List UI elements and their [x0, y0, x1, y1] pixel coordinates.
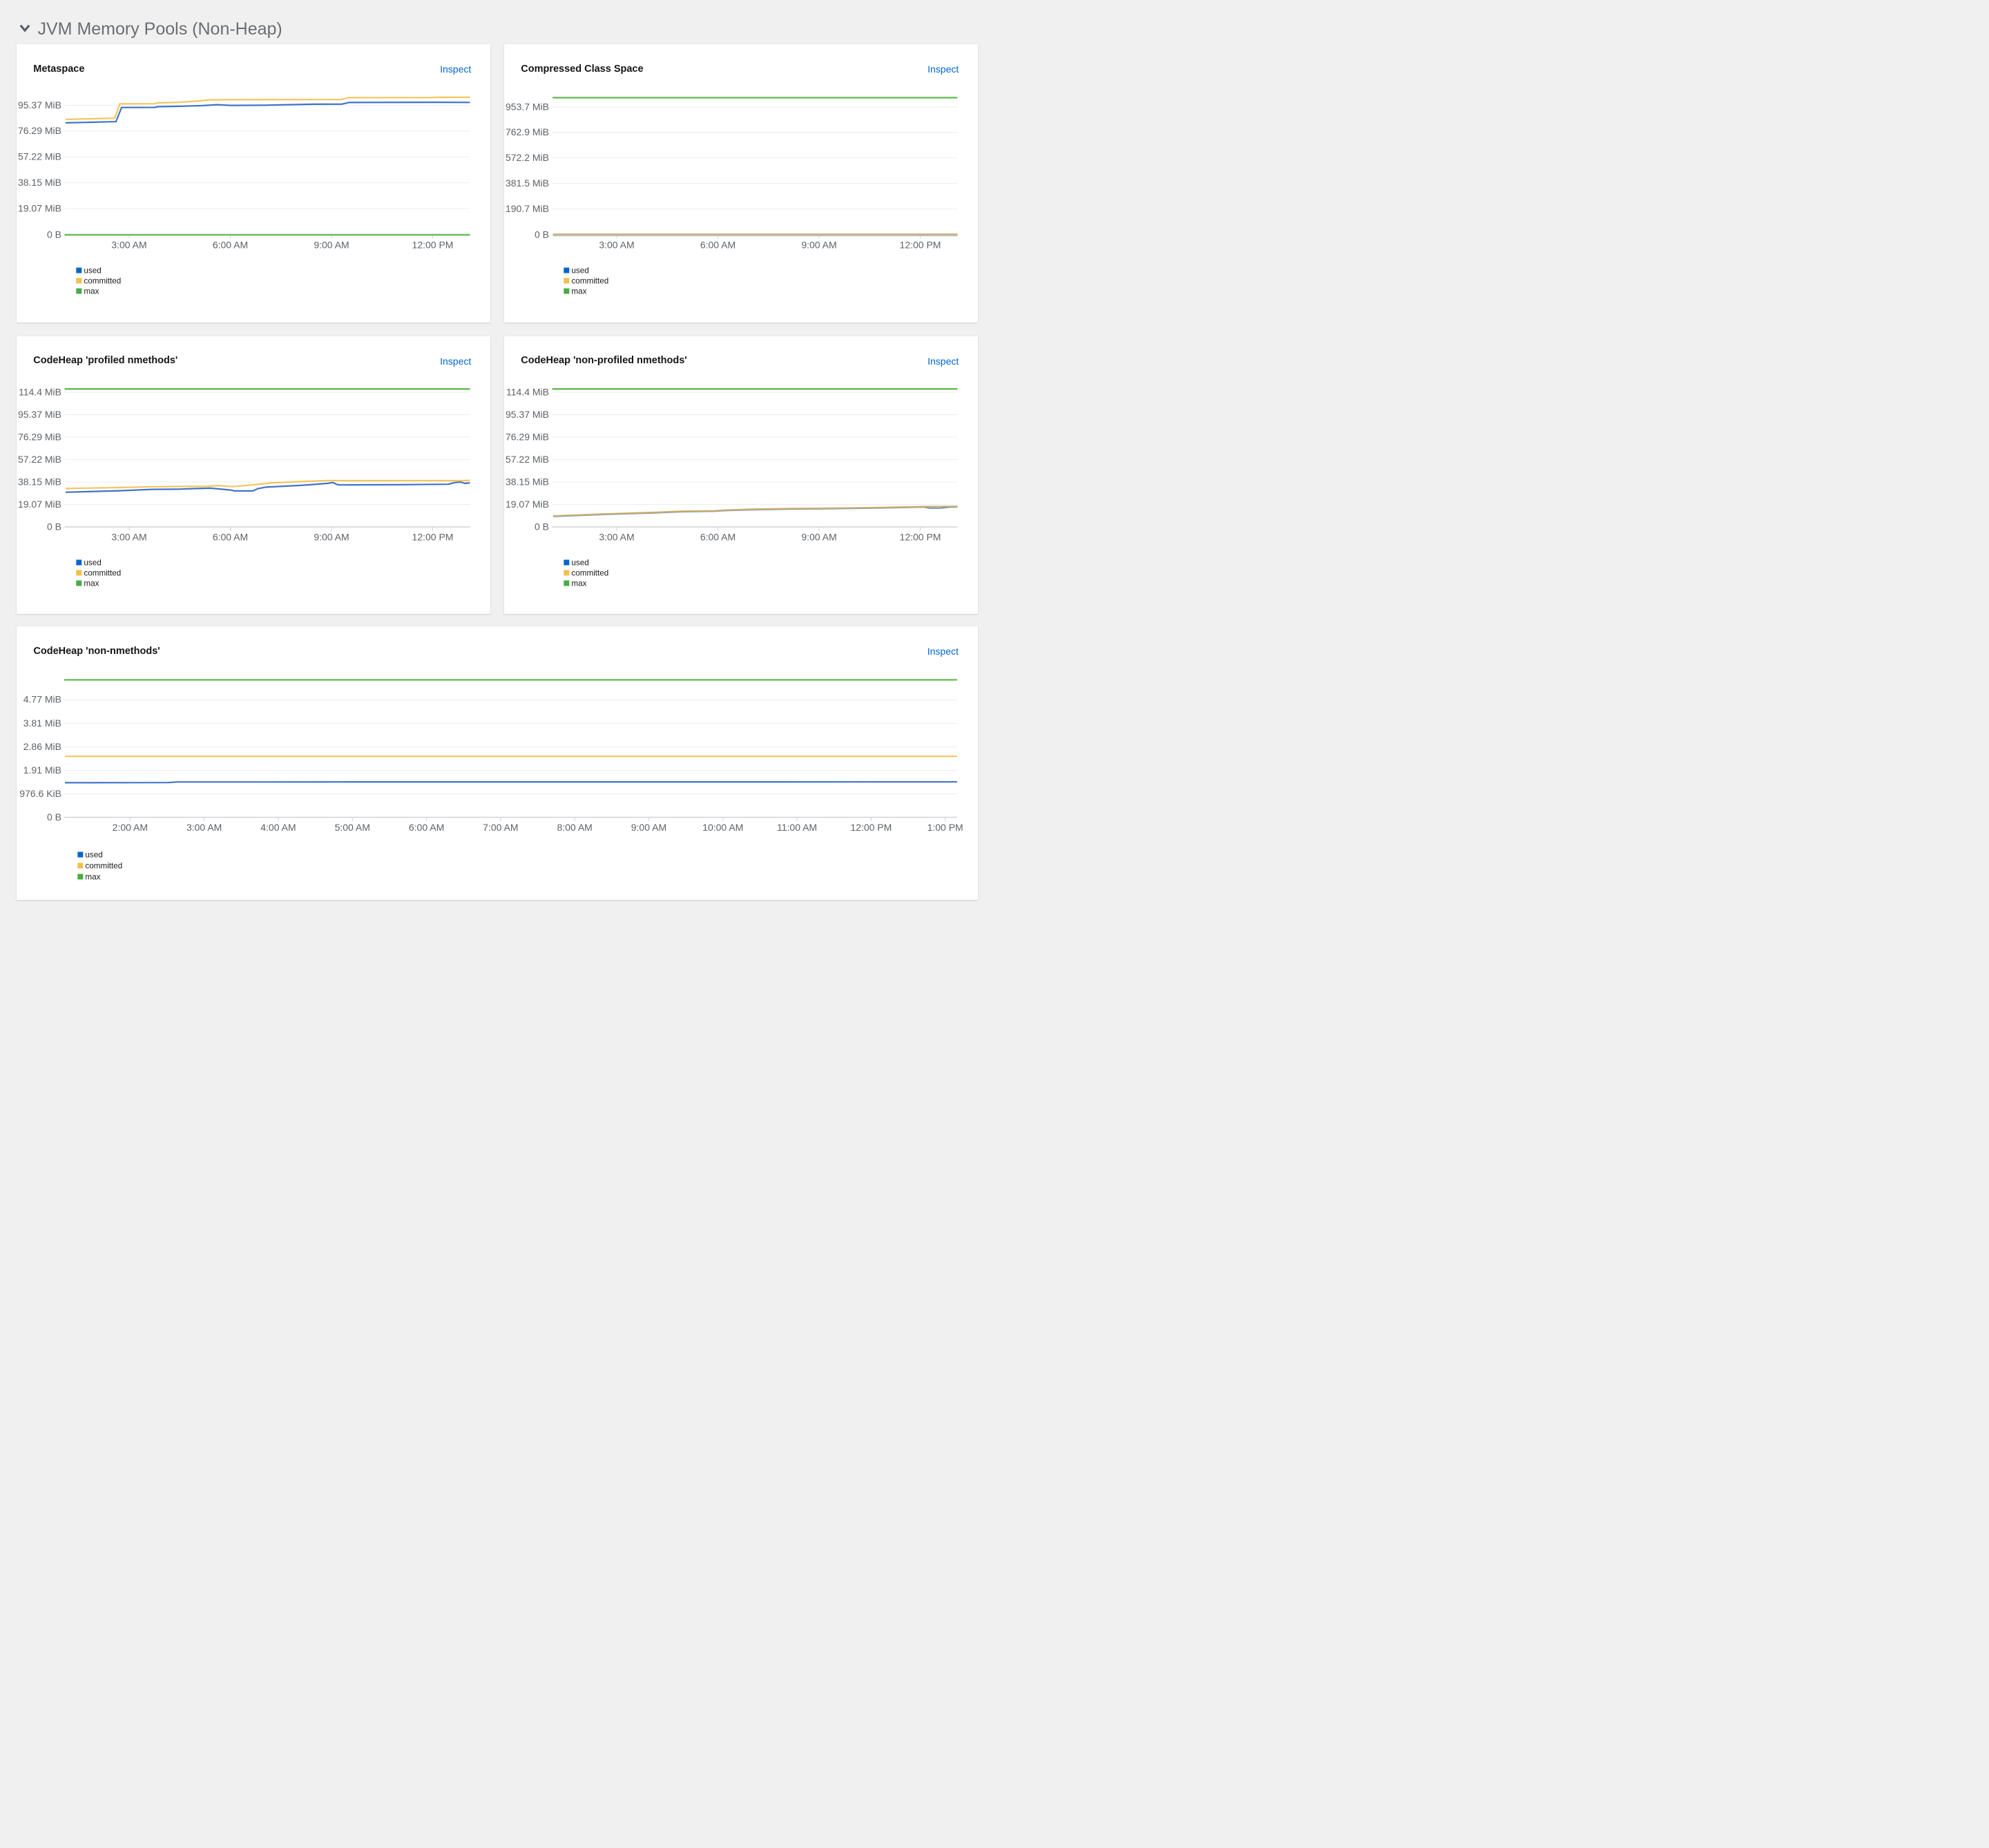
svg-text:max: max [571, 579, 586, 588]
svg-text:76.29 MiB: 76.29 MiB [18, 125, 61, 136]
svg-text:max: max [85, 873, 100, 882]
svg-text:6:00 AM: 6:00 AM [213, 531, 248, 542]
svg-text:3:00 AM: 3:00 AM [599, 531, 634, 542]
svg-text:12:00 PM: 12:00 PM [412, 240, 453, 251]
svg-text:2.86 MiB: 2.86 MiB [23, 741, 61, 752]
svg-text:114.4 MiB: 114.4 MiB [506, 386, 549, 397]
svg-text:4.77 MiB: 4.77 MiB [23, 694, 61, 705]
svg-text:976.6 KiB: 976.6 KiB [19, 788, 61, 799]
svg-text:max: max [84, 579, 99, 588]
svg-text:used: used [85, 851, 102, 860]
svg-text:3:00 AM: 3:00 AM [111, 240, 146, 251]
svg-text:0 B: 0 B [535, 229, 549, 240]
svg-text:9:00 AM: 9:00 AM [801, 531, 836, 542]
svg-text:8:00 AM: 8:00 AM [557, 822, 592, 833]
svg-text:57.22 MiB: 57.22 MiB [18, 151, 61, 162]
svg-text:0 B: 0 B [47, 811, 61, 822]
svg-text:2:00 AM: 2:00 AM [113, 822, 148, 833]
svg-text:57.22 MiB: 57.22 MiB [18, 453, 61, 464]
svg-text:12:00 PM: 12:00 PM [899, 531, 941, 542]
svg-text:95.37 MiB: 95.37 MiB [506, 408, 549, 419]
svg-text:committed: committed [571, 568, 608, 577]
svg-text:0 B: 0 B [47, 521, 61, 532]
svg-text:committed: committed [85, 862, 122, 871]
svg-text:used: used [571, 267, 588, 276]
svg-text:190.7 MiB: 190.7 MiB [506, 203, 549, 214]
svg-text:max: max [571, 287, 586, 296]
svg-text:5:00 AM: 5:00 AM [334, 822, 369, 833]
svg-text:11:00 AM: 11:00 AM [777, 822, 817, 833]
svg-text:381.5 MiB: 381.5 MiB [506, 177, 549, 189]
svg-text:9:00 AM: 9:00 AM [801, 240, 836, 251]
svg-text:12:00 PM: 12:00 PM [899, 240, 941, 251]
svg-text:used: used [571, 558, 588, 567]
svg-text:95.37 MiB: 95.37 MiB [18, 99, 61, 110]
svg-text:38.15 MiB: 38.15 MiB [18, 177, 61, 188]
svg-text:572.2 MiB: 572.2 MiB [506, 152, 549, 163]
svg-text:committed: committed [571, 277, 608, 286]
svg-text:3.81 MiB: 3.81 MiB [23, 718, 61, 729]
svg-text:9:00 AM: 9:00 AM [314, 240, 349, 251]
svg-text:used: used [84, 267, 101, 276]
svg-text:6:00 AM: 6:00 AM [700, 531, 736, 542]
svg-text:38.15 MiB: 38.15 MiB [18, 476, 61, 487]
svg-text:19.07 MiB: 19.07 MiB [506, 498, 549, 509]
svg-text:6:00 AM: 6:00 AM [409, 822, 444, 833]
svg-text:76.29 MiB: 76.29 MiB [18, 431, 61, 442]
svg-text:6:00 AM: 6:00 AM [700, 240, 736, 251]
svg-text:95.37 MiB: 95.37 MiB [18, 408, 61, 419]
svg-text:1.91 MiB: 1.91 MiB [23, 764, 61, 776]
svg-text:12:00 PM: 12:00 PM [412, 531, 453, 542]
svg-text:committed: committed [84, 568, 121, 577]
svg-text:committed: committed [84, 277, 121, 286]
svg-text:38.15 MiB: 38.15 MiB [506, 476, 549, 487]
svg-text:3:00 AM: 3:00 AM [599, 240, 634, 251]
svg-text:114.4 MiB: 114.4 MiB [19, 386, 61, 397]
svg-text:12:00 PM: 12:00 PM [850, 822, 892, 833]
svg-text:3:00 AM: 3:00 AM [186, 822, 222, 833]
svg-text:762.9 MiB: 762.9 MiB [506, 126, 549, 137]
svg-text:1:00 PM: 1:00 PM [927, 822, 963, 833]
svg-text:used: used [84, 558, 101, 567]
svg-text:57.22 MiB: 57.22 MiB [506, 453, 549, 464]
svg-text:0 B: 0 B [47, 229, 61, 240]
svg-text:9:00 AM: 9:00 AM [314, 531, 349, 542]
svg-text:3:00 AM: 3:00 AM [111, 531, 146, 542]
svg-text:76.29 MiB: 76.29 MiB [506, 431, 549, 442]
svg-text:7:00 AM: 7:00 AM [483, 822, 518, 833]
svg-text:4:00 AM: 4:00 AM [260, 822, 296, 833]
svg-text:10:00 AM: 10:00 AM [702, 822, 743, 833]
svg-text:953.7 MiB: 953.7 MiB [506, 101, 549, 112]
svg-text:19.07 MiB: 19.07 MiB [18, 202, 61, 213]
svg-text:19.07 MiB: 19.07 MiB [18, 498, 61, 509]
svg-text:9:00 AM: 9:00 AM [631, 822, 666, 833]
svg-text:0 B: 0 B [535, 521, 549, 532]
svg-text:6:00 AM: 6:00 AM [213, 240, 248, 251]
svg-text:max: max [84, 287, 99, 296]
